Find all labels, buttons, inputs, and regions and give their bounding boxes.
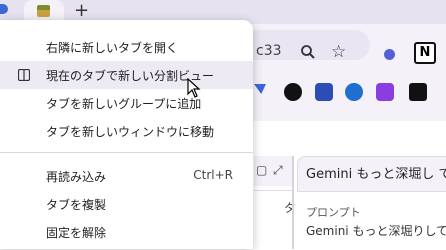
menu-item-label: タブを複製	[46, 198, 107, 212]
prompt-label: プロンプト	[306, 206, 361, 219]
menu-item-split-view[interactable]: 現在のタブで新しい分割ビュー	[0, 61, 253, 89]
prompt-text: Gemini もっと深堀りして	[306, 224, 446, 238]
menu-item-label: 再読み込み	[46, 170, 107, 184]
pane-letter: タ	[284, 201, 297, 215]
notion-extension-icon[interactable]: N	[414, 42, 436, 64]
menu-item-reload[interactable]: 再読み込み Ctrl+R	[0, 162, 253, 190]
tab-favicon-icon	[37, 5, 50, 17]
pane-menu-icon[interactable]: ▢	[256, 163, 267, 177]
menu-item-label: 右隣に新しいタブを開く	[46, 41, 179, 55]
menu-separator	[0, 152, 253, 153]
bookmark-icon[interactable]	[315, 83, 333, 101]
url-text: c33	[256, 43, 282, 59]
expand-icon[interactable]: ⤢	[273, 163, 283, 178]
menu-item-add-to-group[interactable]: タブを新しいグループに追加	[0, 89, 253, 117]
menu-item-duplicate[interactable]: タブを複製	[0, 190, 253, 218]
menu-item-label: 固定を解除	[46, 226, 107, 240]
new-tab-button[interactable]: +	[74, 1, 89, 21]
bookmark-star-icon[interactable]: ☆	[331, 42, 346, 62]
menu-item-label: タブを新しいウィンドウに移動	[46, 125, 215, 139]
zoom-icon[interactable]	[300, 44, 316, 60]
extension-icon[interactable]	[384, 49, 395, 60]
mouse-cursor-icon	[187, 78, 201, 98]
split-view-icon	[18, 69, 30, 81]
bookmark-icon[interactable]	[409, 83, 427, 101]
menu-item-move-to-window[interactable]: タブを新しいウィンドウに移動	[0, 117, 253, 145]
menu-item-new-tab-right[interactable]: 右隣に新しいタブを開く	[0, 33, 253, 61]
tab-context-menu: 右隣に新しいタブを開く 現在のタブで新しい分割ビュー タブを新しいグループに追加…	[0, 20, 253, 249]
menu-item-label: タブを新しいグループに追加	[46, 97, 202, 111]
split-divider[interactable]	[292, 156, 294, 249]
bookmark-icon[interactable]	[284, 83, 302, 101]
right-pane-title: Gemini もっと深堀し て	[306, 167, 446, 182]
menu-item-shortcut: Ctrl+R	[193, 168, 233, 182]
bookmark-icon[interactable]	[376, 83, 394, 101]
bookmark-icon[interactable]	[345, 83, 363, 101]
menu-item-unpin[interactable]: 固定を解除	[0, 218, 253, 246]
